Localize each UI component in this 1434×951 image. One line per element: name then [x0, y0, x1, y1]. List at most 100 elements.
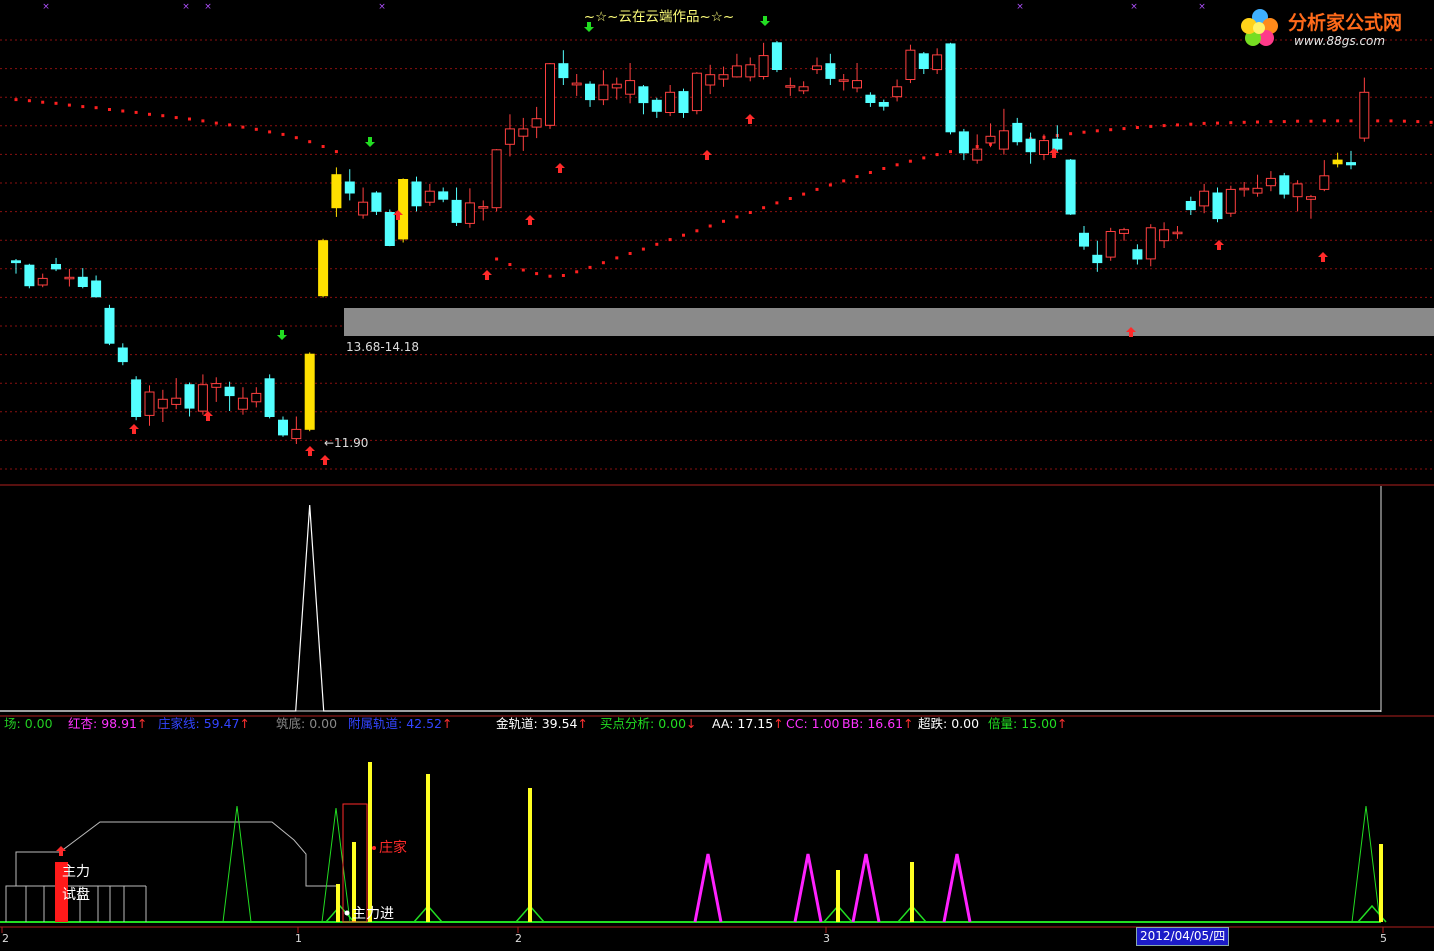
indicator-label: 金轨道: — [496, 716, 538, 731]
indicator-item: 红杏: 98.91↑ — [68, 714, 147, 734]
buy-signal-up-arrow-icon — [305, 446, 315, 456]
sar-dot — [842, 179, 846, 183]
candle-body — [985, 135, 996, 144]
candle-body — [745, 64, 756, 78]
main-force-label: 主力 — [62, 864, 90, 880]
candle-body — [1185, 201, 1196, 211]
candle-body — [1306, 196, 1316, 200]
candle-body — [77, 276, 88, 287]
indicator-label: 超跌: — [918, 716, 948, 731]
chart-stage[interactable]: × × × × × × × 13.68-14.18 ←11.90 主力 试盘 庄家 主力进 2 1 2 3 5 — [0, 0, 1434, 947]
candle-body — [131, 379, 142, 417]
indicator-arrow: ↑ — [773, 716, 784, 731]
dealer-dot — [372, 846, 376, 850]
candle-body — [1199, 190, 1210, 207]
yellow-signal-bar — [528, 788, 532, 922]
indicator-label: 买点分析: — [600, 716, 655, 731]
x-axis-tick-label: 3 — [823, 932, 830, 945]
sell-signal-down-arrow-icon — [365, 137, 375, 147]
candle-body — [1105, 231, 1116, 258]
indicator-item: CC: 1.00 — [786, 714, 839, 734]
candle-body — [771, 42, 782, 70]
sar-dot — [935, 153, 939, 157]
sar-dot — [1256, 120, 1259, 124]
indicator-value: 0.00 — [20, 716, 53, 731]
sar-dot — [241, 125, 245, 129]
candle-body — [958, 131, 969, 154]
sar-dot — [1242, 120, 1246, 124]
indicator-arrow: ↑ — [903, 716, 914, 731]
indicator-value: 0.00 — [654, 716, 687, 731]
sar-dot — [1162, 124, 1166, 128]
candle-body — [1079, 232, 1089, 247]
sar-dot — [895, 163, 899, 167]
candle-body — [1252, 187, 1263, 194]
sar-dot — [788, 197, 792, 200]
sar-dot — [1336, 119, 1340, 123]
indicator-label: 倍量: — [988, 716, 1018, 731]
sar-dot — [855, 175, 859, 179]
buy-signal-up-arrow-icon — [203, 411, 213, 421]
indicator-label: 场: — [4, 716, 21, 731]
candle-body — [1346, 162, 1356, 166]
candle-body — [1092, 254, 1103, 264]
indicator-value: 0.00 — [947, 716, 980, 731]
spike-line — [0, 504, 1381, 712]
candle-body — [1292, 183, 1303, 198]
candle-body — [344, 181, 355, 194]
candle-body — [504, 128, 515, 145]
sar-dot — [535, 272, 539, 276]
indicator-label: AA: — [712, 716, 734, 731]
candle-body — [678, 91, 689, 113]
candle-body — [718, 74, 729, 80]
sar-dot — [268, 130, 272, 134]
candle-body — [264, 378, 275, 417]
candle-body — [278, 419, 288, 436]
candle-body — [1119, 229, 1129, 234]
x-axis-tick-label: 1 — [295, 932, 302, 945]
sar-dot — [882, 167, 886, 170]
indicator-value: 16.61 — [863, 716, 904, 731]
candle-body — [638, 86, 649, 104]
candle-body — [625, 80, 636, 95]
sar-dot — [1082, 130, 1086, 134]
buy-signal-up-arrow-icon — [1318, 252, 1328, 262]
sar-dot — [1296, 119, 1300, 123]
sar-dot — [1416, 120, 1420, 124]
sar-dot — [1109, 128, 1113, 132]
indicator-item: 倍量: 15.00↑ — [988, 714, 1067, 734]
indicator-value: 1.00 — [807, 716, 840, 731]
green-spike-line — [1351, 805, 1381, 923]
candle-body — [211, 383, 222, 388]
candle-body — [1332, 159, 1343, 165]
candle-body — [1065, 159, 1076, 215]
indicator-label: 筑底: — [276, 716, 306, 731]
buy-signal-up-arrow-icon — [56, 846, 66, 856]
indicator-item: BB: 16.61↑ — [842, 714, 914, 734]
buy-signal-up-arrow-icon — [1214, 240, 1224, 250]
sar-dot — [1389, 119, 1393, 123]
candle-body — [852, 80, 862, 89]
sar-dot — [1189, 122, 1193, 126]
buy-signal-up-arrow-icon — [745, 114, 755, 124]
indicator-item: 金轨道: 39.54↑ — [496, 714, 588, 734]
sar-dot — [1429, 120, 1433, 124]
candle-body — [304, 353, 315, 430]
logo-title: 分析家公式网 — [1288, 12, 1403, 34]
candle-body — [384, 212, 395, 246]
kline-chart-svg[interactable]: × × × × × × ×13.68-14.18←11.90主力试盘庄家主力进2 1 2 3 5 — [0, 0, 1434, 947]
candle-body — [611, 83, 622, 89]
candle-body — [318, 240, 329, 297]
sar-dot — [601, 261, 605, 265]
candle-body — [1279, 175, 1290, 195]
candle-body — [64, 276, 75, 280]
sar-dot — [815, 187, 819, 191]
candle-body — [598, 84, 609, 101]
candle-body — [1239, 187, 1250, 191]
sar-dot — [334, 150, 338, 154]
sar-dot — [81, 105, 85, 109]
candle-body — [785, 85, 796, 88]
buy-signal-up-arrow-icon — [555, 163, 565, 173]
buy-signal-up-arrow-icon — [525, 215, 535, 225]
sar-dot — [281, 132, 285, 136]
